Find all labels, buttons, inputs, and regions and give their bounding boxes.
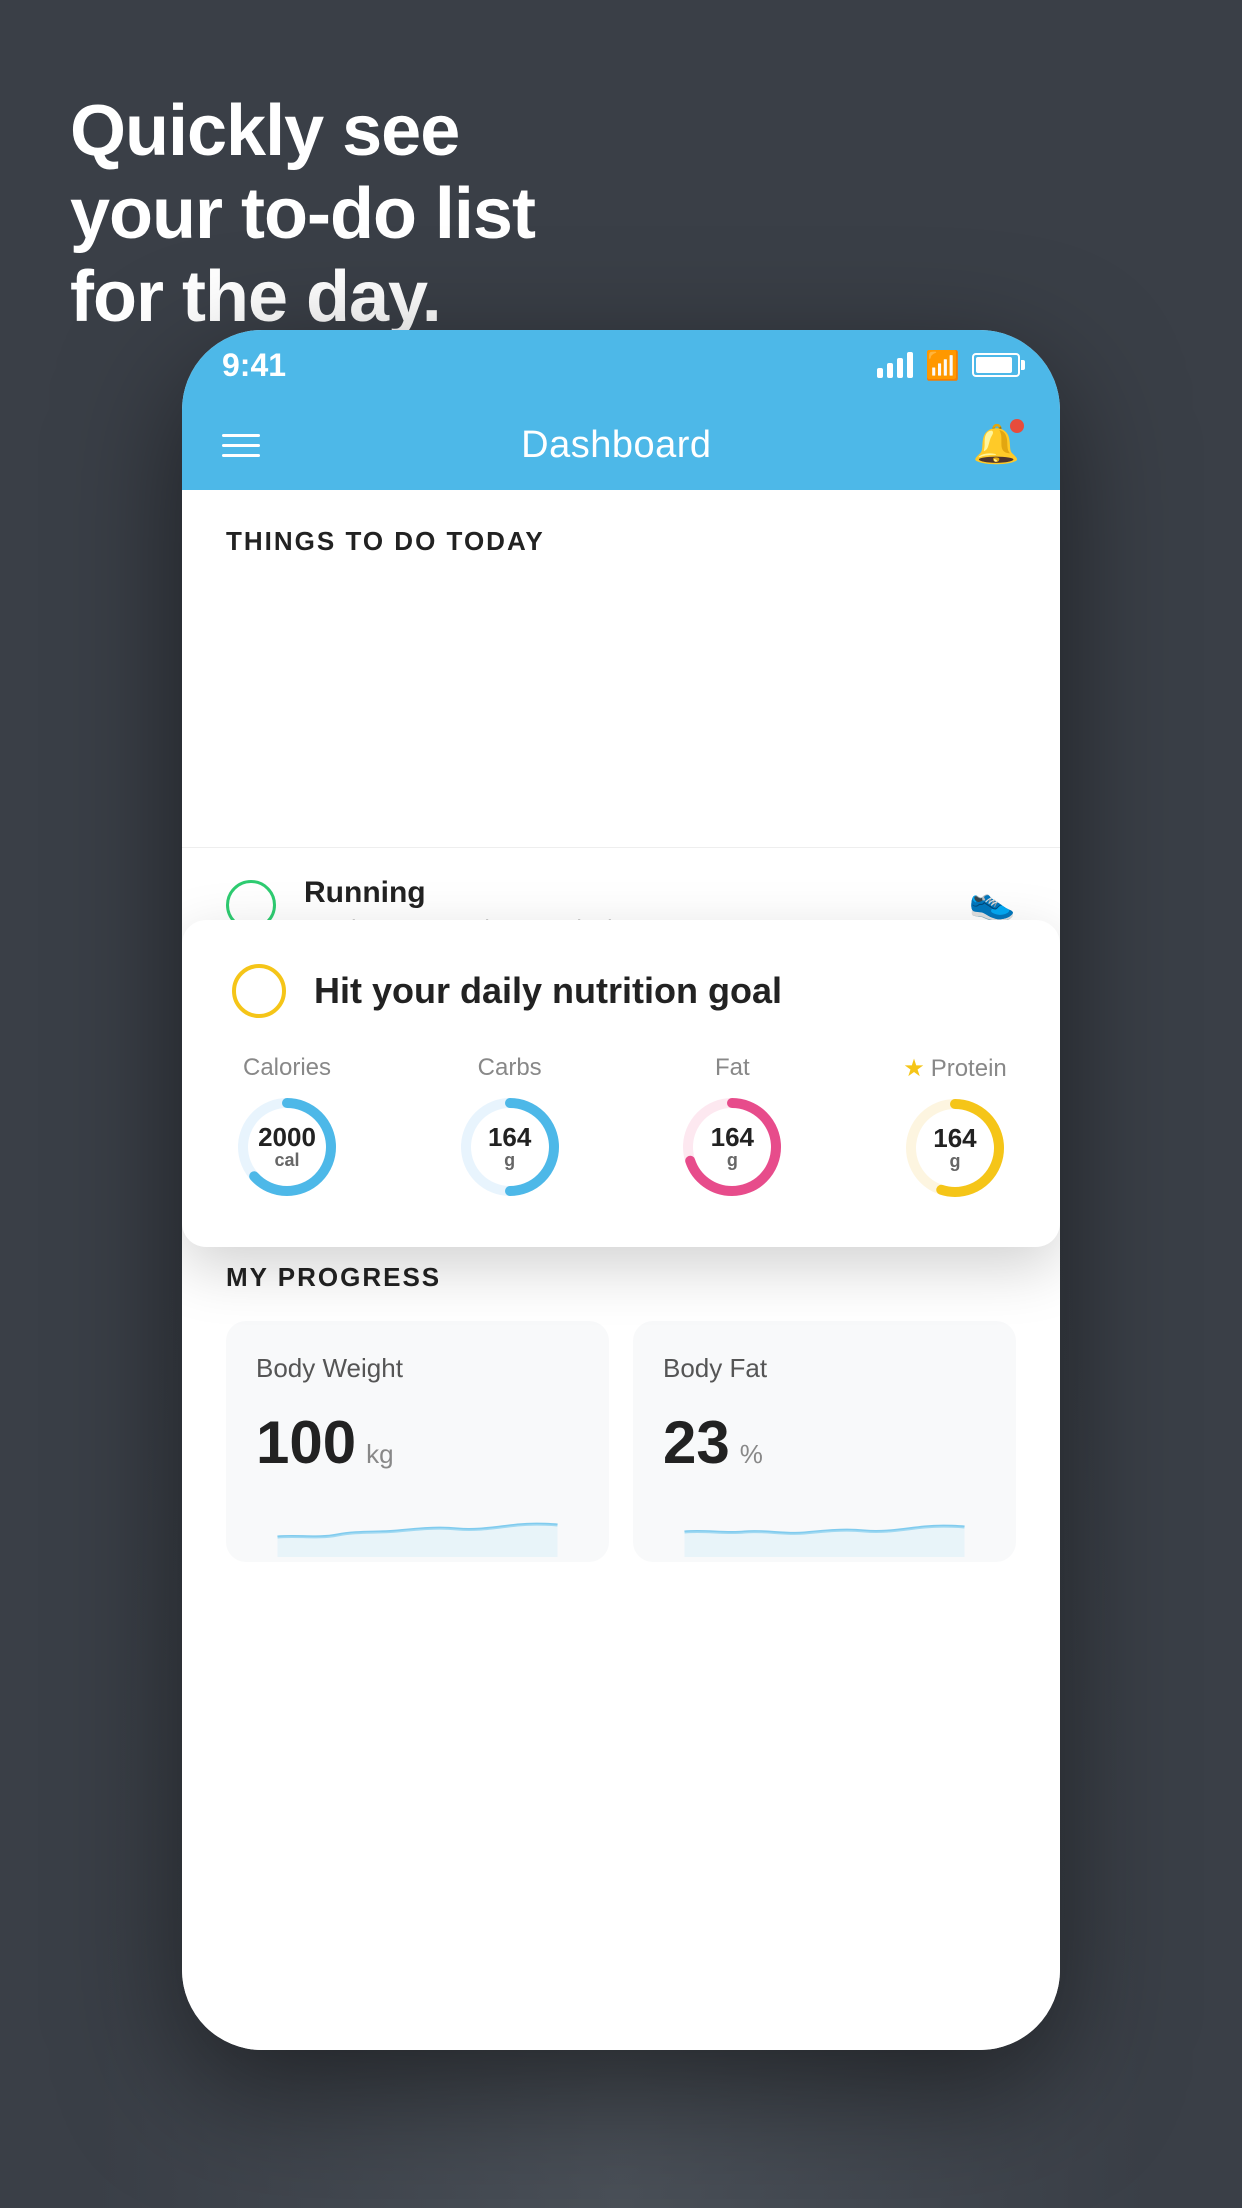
notification-button[interactable]: 🔔 xyxy=(973,423,1020,467)
nutrition-check-circle[interactable] xyxy=(232,964,286,1018)
body-weight-value-row: 100 kg xyxy=(256,1408,579,1477)
progress-cards: Body Weight 100 kg Body Fat xyxy=(226,1321,1016,1562)
macro-carbs-label: Carbs xyxy=(478,1054,542,1082)
nav-title: Dashboard xyxy=(521,424,711,467)
macro-calories: Calories 2000 cal xyxy=(232,1054,342,1202)
macros-row: Calories 2000 cal xyxy=(232,1054,1010,1203)
macro-carbs-text: 164 g xyxy=(455,1092,565,1202)
nutrition-card-header: Hit your daily nutrition goal xyxy=(232,964,1010,1018)
body-fat-sparkline xyxy=(663,1497,986,1562)
status-icons: 📶 xyxy=(877,349,1020,382)
macro-calories-donut: 2000 cal xyxy=(232,1092,342,1202)
headline: Quickly see your to-do list for the day. xyxy=(70,90,535,338)
body-weight-value: 100 xyxy=(256,1408,356,1477)
macro-protein-donut: 164 g xyxy=(900,1093,1010,1203)
body-fat-unit: % xyxy=(740,1439,763,1470)
things-today-section: THINGS TO DO TODAY Hit your daily nutrit… xyxy=(182,490,1060,847)
card-spacer xyxy=(182,577,1060,837)
body-fat-card[interactable]: Body Fat 23 % xyxy=(633,1321,1016,1562)
body-weight-card[interactable]: Body Weight 100 kg xyxy=(226,1321,609,1562)
notification-dot xyxy=(1010,419,1024,433)
signal-icon xyxy=(877,352,913,378)
progress-section: MY PROGRESS Body Weight 100 kg xyxy=(182,1222,1060,1602)
hamburger-menu[interactable] xyxy=(222,434,260,457)
macro-fat-label: Fat xyxy=(715,1054,750,1082)
macro-calories-text: 2000 cal xyxy=(232,1092,342,1202)
body-weight-sparkline xyxy=(256,1497,579,1562)
nutrition-card-title: Hit your daily nutrition goal xyxy=(314,970,782,1012)
macro-fat-donut: 164 g xyxy=(677,1092,787,1202)
battery-icon xyxy=(972,353,1020,377)
macro-protein: ★ Protein 164 g xyxy=(900,1054,1010,1203)
body-fat-title: Body Fat xyxy=(663,1353,986,1384)
wifi-icon: 📶 xyxy=(925,349,960,382)
time: 9:41 xyxy=(222,347,286,384)
headline-line2: your to-do list xyxy=(70,173,535,256)
things-today-header: THINGS TO DO TODAY xyxy=(182,490,1060,577)
phone-frame: 9:41 📶 Dashboard 🔔 THINGS TO DO TODAY xyxy=(182,330,1060,2050)
macro-protein-label: ★ Protein xyxy=(903,1054,1007,1083)
phone-content: THINGS TO DO TODAY Hit your daily nutrit… xyxy=(182,490,1060,2050)
status-bar: 9:41 📶 xyxy=(182,330,1060,400)
macro-fat-text: 164 g xyxy=(677,1092,787,1202)
headline-line3: for the day. xyxy=(70,256,535,339)
body-fat-value-row: 23 % xyxy=(663,1408,986,1477)
macro-carbs: Carbs 164 g xyxy=(455,1054,565,1202)
headline-line1: Quickly see xyxy=(70,90,535,173)
nav-bar: Dashboard 🔔 xyxy=(182,400,1060,490)
macro-carbs-donut: 164 g xyxy=(455,1092,565,1202)
macro-fat: Fat 164 g xyxy=(677,1054,787,1202)
macro-calories-label: Calories xyxy=(243,1054,331,1082)
todo-name-running: Running xyxy=(304,876,941,910)
nutrition-card[interactable]: Hit your daily nutrition goal Calories xyxy=(182,920,1060,1247)
body-weight-title: Body Weight xyxy=(256,1353,579,1384)
body-weight-unit: kg xyxy=(366,1439,393,1470)
body-fat-value: 23 xyxy=(663,1408,730,1477)
battery-fill xyxy=(976,357,1012,373)
star-icon: ★ xyxy=(903,1054,925,1083)
macro-protein-text: 164 g xyxy=(900,1093,1010,1203)
shoe-icon: 👟 xyxy=(969,880,1016,924)
